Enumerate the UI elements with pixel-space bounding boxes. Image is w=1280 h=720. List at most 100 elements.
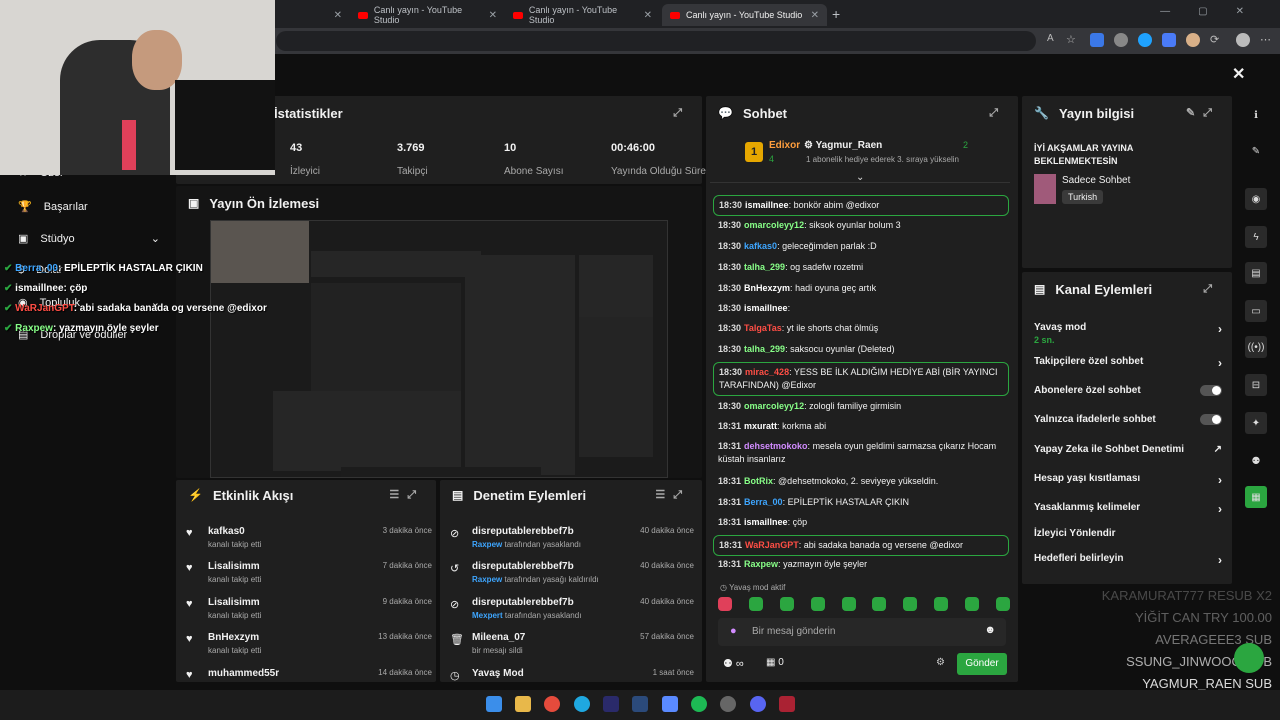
emote-icon[interactable] <box>965 597 979 611</box>
chat-username[interactable]: talha_299 <box>744 344 785 354</box>
emote-icon[interactable] <box>748 597 763 611</box>
chat-username[interactable]: ismaillnee <box>744 517 788 527</box>
bolt-icon[interactable]: ϟ <box>1245 226 1267 248</box>
chat-username[interactable]: BnHexzym <box>744 283 790 293</box>
category-name[interactable]: Sadece Sohbet <box>1062 175 1130 186</box>
channel-action-item[interactable]: Hesap yaşı kısıtlaması › <box>1034 473 1222 487</box>
broadcast-icon[interactable]: ((•)) <box>1245 336 1267 358</box>
windows-start-icon[interactable] <box>486 696 502 712</box>
chat-username[interactable]: omarcoleyy12 <box>744 401 804 411</box>
toggle-switch[interactable] <box>1200 385 1222 396</box>
chat-username[interactable]: Raxpew <box>744 559 778 569</box>
chrome-icon[interactable] <box>544 696 560 712</box>
emote-icon[interactable] <box>810 597 825 611</box>
extension-icon[interactable] <box>1186 33 1200 47</box>
emote-icon[interactable] <box>718 597 732 611</box>
emote-icon[interactable] <box>934 597 949 611</box>
window-controls[interactable]: —▢✕ <box>1160 6 1272 17</box>
channel-action-item[interactable]: Hedefleri belirleyin › <box>1034 553 1222 567</box>
filter-expand-icons[interactable]: ☰⤢ <box>389 488 424 502</box>
settings-icon[interactable]: ⚙ <box>936 657 945 668</box>
chat-username[interactable]: Berra_00 <box>744 497 783 507</box>
emoji-icon[interactable]: ☻ <box>984 624 996 636</box>
discord-icon[interactable] <box>750 696 766 712</box>
channel-action-item[interactable]: Yavaş mod 2 sn. › <box>1034 322 1222 345</box>
channel-action-item[interactable]: Yasaklanmış kelimeler › <box>1034 502 1222 516</box>
toggle-switch[interactable] <box>1200 414 1222 425</box>
refresh-icon[interactable]: ⟳ <box>1210 33 1224 47</box>
avatar[interactable] <box>1236 33 1250 47</box>
chat-username[interactable]: omarcoleyy12 <box>744 220 804 230</box>
omnibox[interactable] <box>276 31 1036 51</box>
channel-action-item[interactable]: Takipçilere özel sohbet › <box>1034 356 1222 370</box>
chat-username[interactable]: WaRJanGPT <box>745 540 799 550</box>
people-icon[interactable]: ⚉ ∞ <box>723 657 744 670</box>
browser-tab[interactable]: Canlı yayın - YouTube Studio ✕ <box>505 4 660 26</box>
chat-input-box[interactable]: ● Bir mesaj gönderin ☻ <box>718 618 1006 646</box>
pencil-icon[interactable]: ✎ <box>1245 140 1267 162</box>
expand-icon[interactable]: ⤢ <box>989 107 1006 120</box>
channel-action-item[interactable]: Yalnızca ifadelerle sohbet <box>1034 414 1222 425</box>
document-icon[interactable]: ▤ <box>1245 262 1267 284</box>
chat-username[interactable]: ismaillnee <box>745 200 789 210</box>
close-tab-icon[interactable]: ✕ <box>334 10 342 21</box>
app-icon[interactable] <box>662 696 678 712</box>
camera-icon[interactable]: ◉ <box>1245 188 1267 210</box>
stream-preview-video[interactable] <box>210 220 668 478</box>
new-tab-icon[interactable]: + <box>832 6 840 22</box>
expand-icon[interactable]: ⤢ <box>1203 283 1220 296</box>
star-icon[interactable]: ☆ <box>1066 33 1080 47</box>
emote-icon[interactable] <box>841 597 856 611</box>
chat-username[interactable]: dehsetmokoko <box>744 441 808 451</box>
read-aloud-icon[interactable]: A <box>1047 33 1061 47</box>
wrench-icon[interactable]: ✦ <box>1245 412 1267 434</box>
browser-tab-active[interactable]: Canlı yayın - YouTube Studio ✕ <box>662 4 827 26</box>
spotify-icon[interactable] <box>691 696 707 712</box>
emote-icon[interactable] <box>779 597 794 611</box>
extension-icon[interactable] <box>1114 33 1128 47</box>
leader-name[interactable]: Edixor <box>769 140 800 151</box>
emote-icon[interactable] <box>872 597 887 611</box>
steam-icon[interactable] <box>632 696 648 712</box>
premiere-icon[interactable] <box>603 696 619 712</box>
file-explorer-icon[interactable] <box>515 696 531 712</box>
chat-username[interactable]: BotRix <box>744 476 773 486</box>
close-tab-icon[interactable]: ✕ <box>489 10 497 21</box>
obs-icon[interactable] <box>720 696 736 712</box>
app-icon[interactable] <box>779 696 795 712</box>
browser-tab[interactable]: Canlı yayın - YouTube Studio ✕ <box>350 4 505 26</box>
expand-icon[interactable]: ⤢ <box>673 107 690 120</box>
stream-icon[interactable]: ⊟ <box>1245 374 1267 396</box>
sidebar-item-basarilar[interactable]: 🏆 Başarılar <box>18 200 88 214</box>
gift-icon[interactable]: ▦ 0 <box>766 657 784 668</box>
chat-username[interactable]: kafkas0 <box>744 241 777 251</box>
chat-icon[interactable]: ▭ <box>1245 300 1267 322</box>
app-icon[interactable]: ▦ <box>1245 486 1267 508</box>
edit-expand-icons[interactable]: ✎⤢ <box>1186 106 1220 120</box>
chat-username[interactable]: mirac_428 <box>745 367 789 377</box>
extension-icon[interactable] <box>1138 33 1152 47</box>
channel-action-item[interactable]: Yapay Zeka ile Sohbet Denetimi ↗ <box>1034 444 1222 455</box>
support-icon[interactable] <box>1234 643 1264 673</box>
chat-username[interactable]: talha_299 <box>744 262 785 272</box>
chat-username[interactable]: ismaillnee <box>744 303 788 313</box>
channel-action-item[interactable]: Abonelere özel sohbet <box>1034 385 1222 396</box>
emote-icon[interactable] <box>903 597 918 611</box>
close-tab-icon[interactable]: ✕ <box>811 10 819 21</box>
close-icon[interactable]: ✕ <box>1232 64 1245 84</box>
extension-icon[interactable] <box>1090 33 1104 47</box>
close-tab-icon[interactable]: ✕ <box>644 10 652 21</box>
chat-username[interactable]: mxuratt <box>744 421 777 431</box>
mic-icon[interactable]: ● <box>730 625 737 637</box>
sidebar-item-studyo[interactable]: ▣ Stüdyo ⌄ <box>18 232 160 246</box>
chat-username[interactable]: TalgaTas <box>744 323 782 333</box>
emote-icon[interactable] <box>995 597 1010 611</box>
extension-icon[interactable] <box>1162 33 1176 47</box>
leader2[interactable]: ⚙ Yagmur_Raen <box>804 140 882 151</box>
send-button[interactable]: Gönder <box>957 653 1007 675</box>
users-icon[interactable]: ⚉ <box>1245 450 1267 472</box>
info-icon[interactable]: ℹ <box>1245 104 1267 126</box>
edge-icon[interactable] <box>574 696 590 712</box>
more-icon[interactable]: ⋯ <box>1260 33 1274 47</box>
channel-action-item[interactable]: İzleyici Yönlendir <box>1034 528 1222 539</box>
